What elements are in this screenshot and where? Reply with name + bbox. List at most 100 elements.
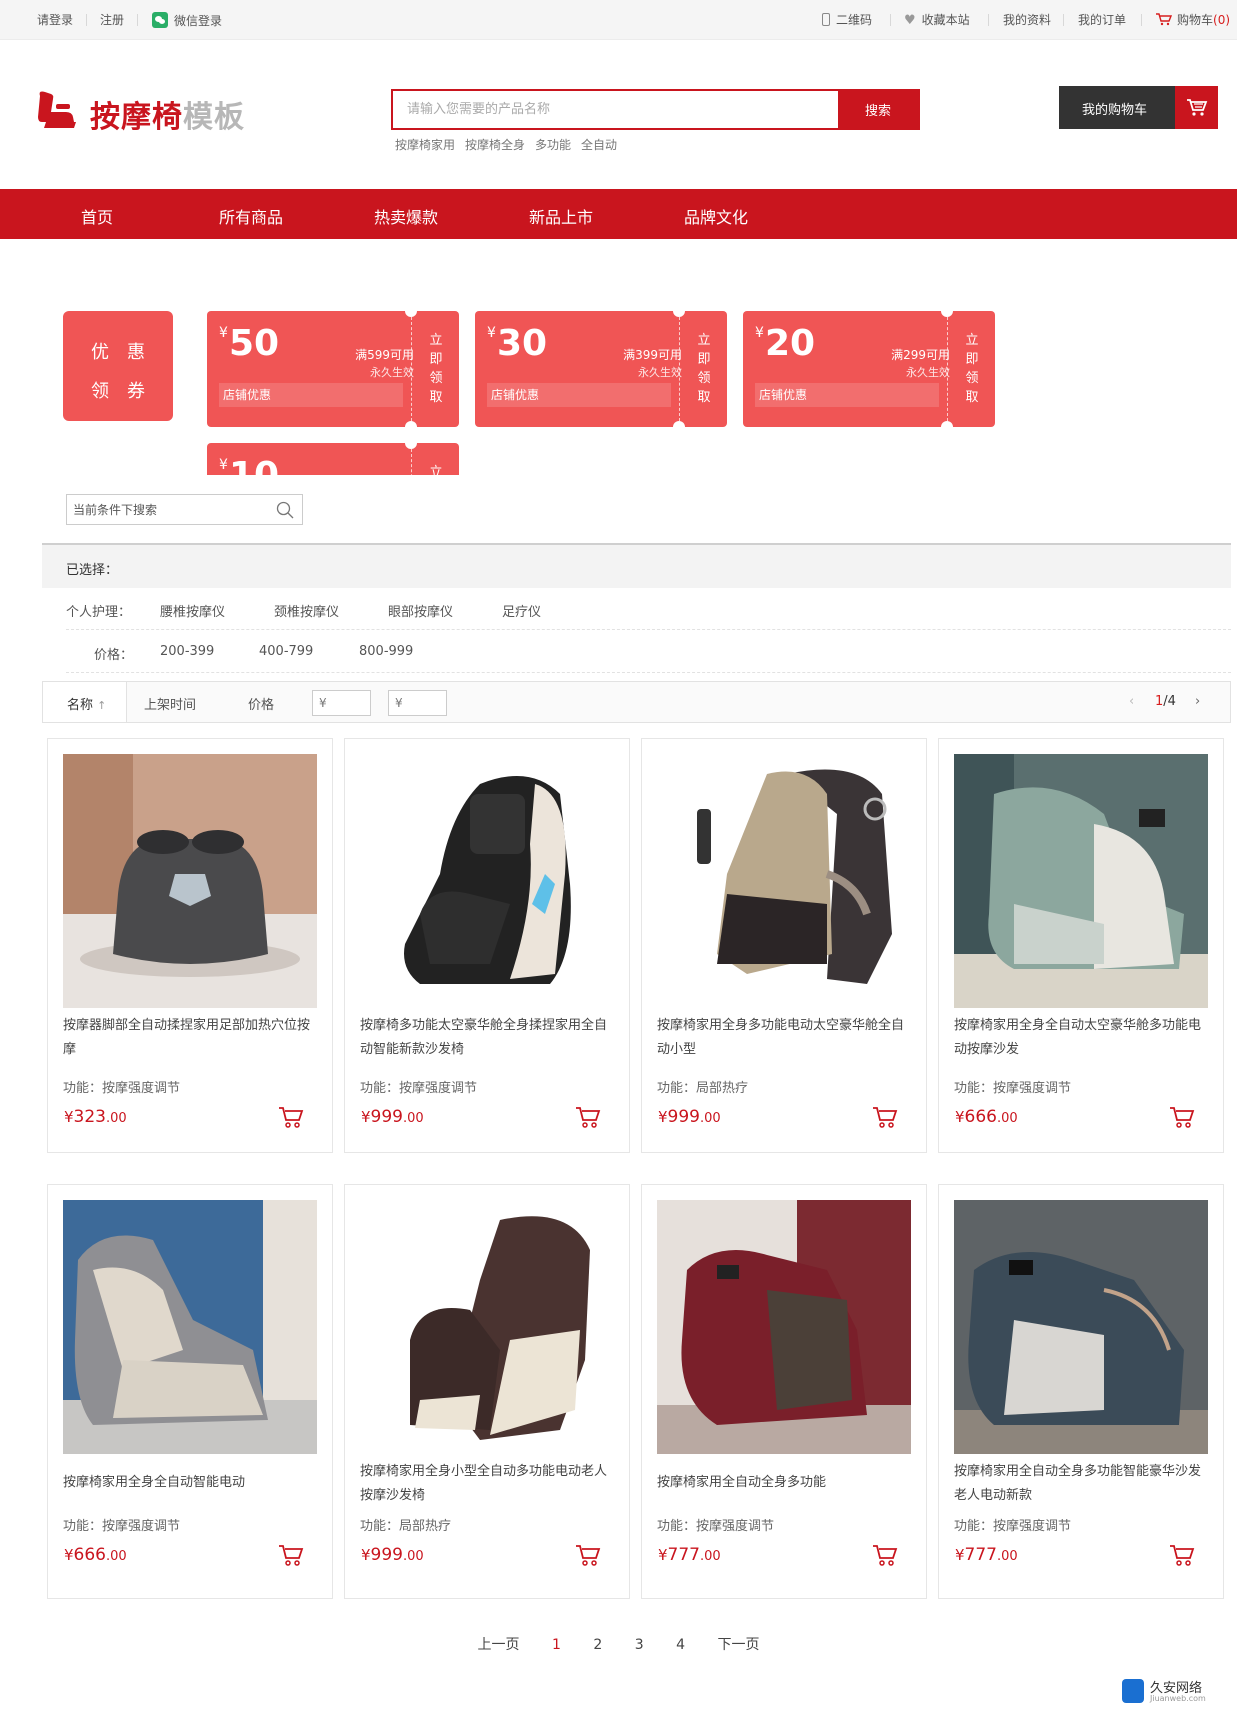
page-number[interactable]: 2 bbox=[593, 1637, 602, 1653]
product-title[interactable]: 按摩椅家用全自动全身多功能智能豪华沙发老人电动新款 bbox=[954, 1460, 1210, 1508]
chevron-left-icon[interactable]: ‹ bbox=[1129, 694, 1134, 709]
min-price-input[interactable]: ¥ bbox=[312, 690, 371, 716]
selected-filters-bar: 已选择： bbox=[42, 543, 1231, 588]
profile-link[interactable]: 我的资料 bbox=[1003, 12, 1051, 28]
product-card[interactable]: 按摩椅家用全自动全身多功能 功能：按摩强度调节 ¥777.00 bbox=[641, 1184, 927, 1599]
search-icon[interactable] bbox=[276, 501, 294, 519]
orders-link[interactable]: 我的订单 bbox=[1078, 12, 1126, 28]
category-option[interactable]: 足疗仪 bbox=[502, 601, 541, 620]
total-pages: /4 bbox=[1163, 694, 1176, 709]
price-option[interactable]: 200-399 bbox=[160, 644, 214, 659]
product-card[interactable]: 按摩椅家用全身全自动太空豪华舱多功能电动按摩沙发 功能：按摩强度调节 ¥666.… bbox=[938, 738, 1224, 1153]
product-card[interactable]: 按摩椅家用全自动全身多功能智能豪华沙发老人电动新款 功能：按摩强度调节 ¥777… bbox=[938, 1184, 1224, 1599]
next-page-button[interactable]: 下一页 bbox=[717, 1634, 759, 1654]
product-image[interactable] bbox=[954, 1200, 1208, 1454]
product-card[interactable]: 按摩椅家用全身小型全自动多功能电动老人按摩沙发椅 功能：局部热疗 ¥999.00 bbox=[344, 1184, 630, 1599]
watermark-subtext: Jiuanweb.com bbox=[1150, 1694, 1206, 1703]
product-title[interactable]: 按摩椅家用全身全自动太空豪华舱多功能电动按摩沙发 bbox=[954, 1014, 1210, 1062]
add-to-cart-icon[interactable] bbox=[1169, 1543, 1195, 1567]
hot-word-link[interactable]: 全自动 bbox=[581, 138, 617, 152]
wechat-icon bbox=[152, 12, 168, 28]
price-option[interactable]: 400-799 bbox=[259, 644, 313, 659]
product-title[interactable]: 按摩椅家用全身多功能电动太空豪华舱全自动小型 bbox=[657, 1014, 913, 1062]
my-cart-button[interactable]: 我的购物车 bbox=[1059, 86, 1218, 129]
nav-all-products[interactable]: 所有商品 bbox=[219, 204, 283, 228]
add-to-cart-icon[interactable] bbox=[278, 1105, 304, 1129]
add-to-cart-icon[interactable] bbox=[575, 1543, 601, 1567]
prev-page-button[interactable]: 上一页 bbox=[478, 1634, 520, 1654]
coupon-claim-button[interactable]: 立即领取 bbox=[963, 331, 981, 407]
wechat-login-link[interactable]: 微信登录 bbox=[152, 12, 222, 29]
product-image[interactable] bbox=[63, 754, 317, 1008]
page-number[interactable]: 4 bbox=[676, 1637, 685, 1653]
coupon-card[interactable]: ¥ 30 满399可用 永久生效 店铺优惠 立即领取 bbox=[475, 311, 727, 427]
product-title[interactable]: 按摩椅家用全身小型全自动多功能电动老人按摩沙发椅 bbox=[360, 1460, 616, 1508]
product-card[interactable]: 按摩椅家用全身多功能电动太空豪华舱全自动小型 功能：局部热疗 ¥999.00 bbox=[641, 738, 927, 1153]
register-link[interactable]: 注册 bbox=[100, 12, 124, 28]
product-image[interactable] bbox=[657, 1200, 911, 1454]
add-to-cart-icon[interactable] bbox=[575, 1105, 601, 1129]
sort-by-price[interactable]: 价格 bbox=[248, 694, 274, 713]
price-option[interactable]: 800-999 bbox=[359, 644, 413, 659]
main-search: 搜索 bbox=[391, 89, 920, 130]
product-card[interactable]: 按摩器脚部全自动揉捏家用足部加热穴位按摩 功能：按摩强度调节 ¥323.00 bbox=[47, 738, 333, 1153]
category-option[interactable]: 腰椎按摩仪 bbox=[160, 601, 225, 620]
hot-word-link[interactable]: 按摩椅家用 bbox=[395, 138, 455, 152]
add-to-cart-icon[interactable] bbox=[872, 1543, 898, 1567]
coupon-validity: 永久生效 bbox=[370, 366, 414, 379]
product-image[interactable] bbox=[954, 754, 1208, 1008]
arrow-up-icon: ↑ bbox=[97, 699, 107, 712]
top-cart-link[interactable]: 购物车(0) bbox=[1156, 12, 1230, 28]
product-image[interactable] bbox=[360, 1200, 614, 1454]
price-currency: ¥ bbox=[658, 1108, 668, 1126]
coupon-claim-button[interactable]: 立即领取 bbox=[427, 331, 445, 407]
coupon-condition: 满299可用 bbox=[891, 348, 950, 362]
sort-by-listed-time[interactable]: 上架时间 bbox=[144, 694, 196, 713]
coupon-claim-button[interactable]: 立即领取 bbox=[695, 331, 713, 407]
coupon-divider bbox=[411, 317, 412, 421]
filter-search-input[interactable] bbox=[67, 495, 267, 524]
chevron-right-icon[interactable]: › bbox=[1195, 694, 1200, 709]
hot-word-link[interactable]: 按摩椅全身 bbox=[465, 138, 525, 152]
pagination: 上一页 1 2 3 4 下一页 bbox=[0, 1634, 1237, 1654]
product-title[interactable]: 按摩器脚部全自动揉捏家用足部加热穴位按摩 bbox=[63, 1014, 319, 1062]
price-decimal: .00 bbox=[106, 1111, 127, 1126]
nav-home[interactable]: 首页 bbox=[81, 204, 113, 228]
coupon-card[interactable]: ¥ 20 满299可用 永久生效 店铺优惠 立即领取 bbox=[743, 311, 995, 427]
product-image[interactable] bbox=[360, 754, 614, 1008]
nav-hot-sales[interactable]: 热卖爆款 bbox=[374, 204, 438, 228]
add-to-cart-icon[interactable] bbox=[278, 1543, 304, 1567]
category-option[interactable]: 颈椎按摩仪 bbox=[274, 601, 339, 620]
favorite-label: 收藏本站 bbox=[921, 13, 970, 27]
nav-new-arrivals[interactable]: 新品上市 bbox=[529, 204, 593, 228]
coupon-card[interactable]: ¥ 10 立 bbox=[207, 443, 459, 475]
page-number[interactable]: 3 bbox=[635, 1637, 644, 1653]
qrcode-link[interactable]: 二维码 bbox=[822, 12, 872, 28]
max-price-input[interactable]: ¥ bbox=[388, 690, 447, 716]
coupon-claim-button[interactable]: 立 bbox=[427, 463, 445, 475]
product-image[interactable] bbox=[63, 1200, 317, 1454]
coupon-card[interactable]: ¥ 50 满599可用 永久生效 店铺优惠 立即领取 bbox=[207, 311, 459, 427]
product-feature: 功能：局部热疗 bbox=[657, 1081, 749, 1096]
login-link[interactable]: 请登录 bbox=[37, 12, 73, 28]
price-currency: ¥ bbox=[955, 1546, 965, 1564]
price-decimal: .00 bbox=[997, 1111, 1018, 1126]
product-card[interactable]: 按摩椅家用全身全自动智能电动 功能：按摩强度调节 ¥666.00 bbox=[47, 1184, 333, 1599]
category-option[interactable]: 眼部按摩仪 bbox=[388, 601, 453, 620]
product-image[interactable] bbox=[657, 754, 911, 1008]
coupon-notch bbox=[673, 421, 685, 427]
add-to-cart-icon[interactable] bbox=[1169, 1105, 1195, 1129]
product-title[interactable]: 按摩椅多功能太空豪华舱全身揉捏家用全自动智能新款沙发椅 bbox=[360, 1014, 616, 1062]
product-price: ¥777.00 bbox=[955, 1545, 1018, 1565]
sort-by-name[interactable]: 名称 ↑ bbox=[43, 682, 128, 722]
nav-brand-culture[interactable]: 品牌文化 bbox=[684, 204, 748, 228]
favorite-link[interactable]: ♥ 收藏本站 bbox=[904, 12, 970, 29]
product-title[interactable]: 按摩椅家用全身全自动智能电动 bbox=[63, 1471, 319, 1495]
search-button[interactable]: 搜索 bbox=[838, 91, 918, 128]
search-input[interactable] bbox=[393, 91, 838, 128]
product-card[interactable]: 按摩椅多功能太空豪华舱全身揉捏家用全自动智能新款沙发椅 功能：按摩强度调节 ¥9… bbox=[344, 738, 630, 1153]
add-to-cart-icon[interactable] bbox=[872, 1105, 898, 1129]
hot-word-link[interactable]: 多功能 bbox=[535, 138, 571, 152]
product-title[interactable]: 按摩椅家用全自动全身多功能 bbox=[657, 1471, 913, 1495]
page-number[interactable]: 1 bbox=[552, 1637, 561, 1653]
